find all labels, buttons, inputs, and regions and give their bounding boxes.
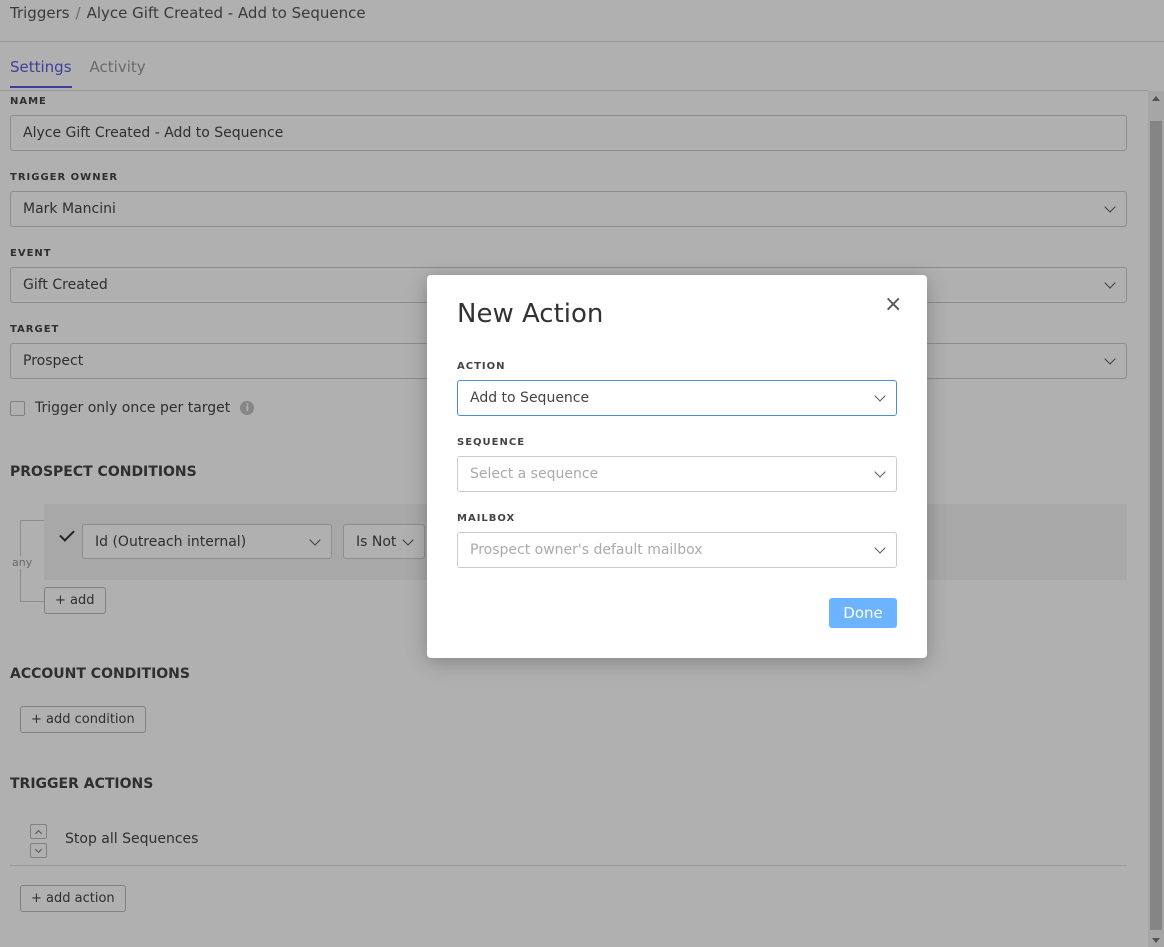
done-button[interactable]: Done bbox=[829, 598, 897, 628]
new-action-modal: New Action × ACTION Add to Sequence SEQU… bbox=[427, 275, 927, 658]
action-label: ACTION bbox=[457, 361, 506, 372]
action-select-value: Add to Sequence bbox=[470, 390, 590, 406]
mailbox-placeholder: Prospect owner's default mailbox bbox=[470, 542, 703, 558]
chevron-down-icon bbox=[874, 542, 886, 554]
mailbox-select[interactable]: Prospect owner's default mailbox bbox=[457, 532, 897, 568]
mailbox-label: MAILBOX bbox=[457, 513, 516, 524]
chevron-down-icon bbox=[874, 466, 886, 478]
action-select[interactable]: Add to Sequence bbox=[457, 380, 897, 416]
sequence-placeholder: Select a sequence bbox=[470, 466, 599, 482]
sequence-label: SEQUENCE bbox=[457, 437, 526, 448]
modal-title: New Action bbox=[457, 299, 604, 329]
chevron-down-icon bbox=[874, 390, 886, 402]
close-icon[interactable]: × bbox=[884, 294, 902, 316]
sequence-select[interactable]: Select a sequence bbox=[457, 456, 897, 492]
